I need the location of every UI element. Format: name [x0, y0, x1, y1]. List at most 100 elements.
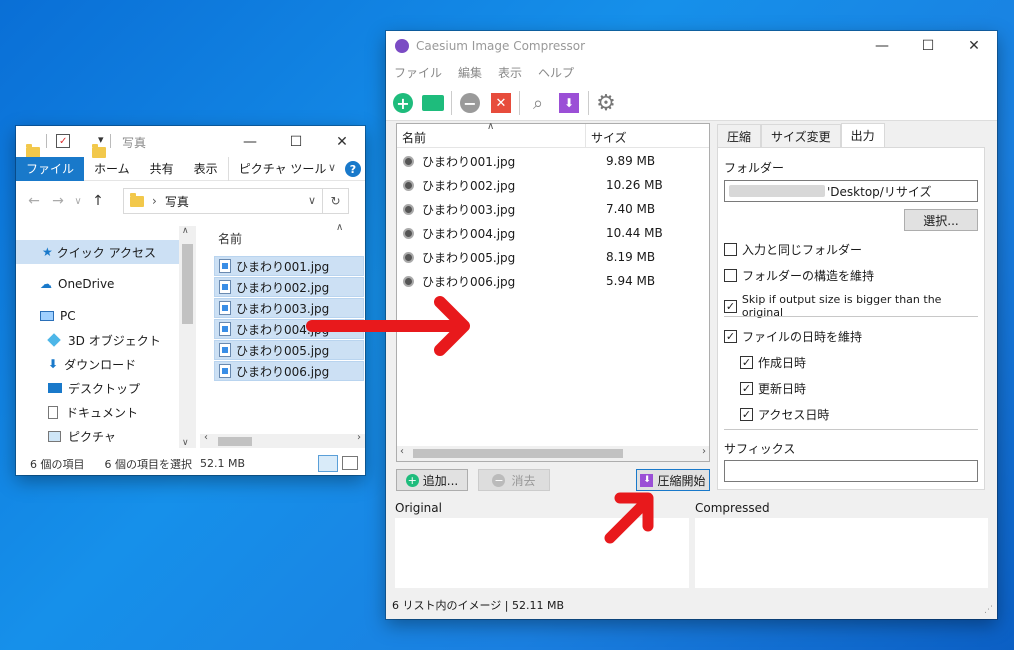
list-item[interactable]: ひまわり005.jpg 8.19 MB — [397, 245, 697, 269]
modified-date-checkbox[interactable]: ✓ 更新日時 — [740, 380, 806, 397]
add-button[interactable]: + 追加... — [396, 469, 468, 491]
horizontal-scrollbar-thumb[interactable] — [218, 437, 252, 446]
file-size: 7.40 MB — [606, 202, 656, 216]
help-icon[interactable]: ? — [345, 161, 361, 177]
file-size: 10.26 MB — [606, 178, 663, 192]
tab-share[interactable]: 共有 — [140, 157, 184, 181]
maximize-button[interactable]: ☐ — [905, 30, 951, 61]
file-item[interactable]: ひまわり006.jpg — [214, 361, 364, 381]
accessed-date-checkbox[interactable]: ✓ アクセス日時 — [740, 406, 829, 423]
column-header-size[interactable]: サイズ — [591, 129, 627, 146]
scroll-right-icon[interactable]: › — [702, 446, 706, 457]
checkmark-icon: ✓ — [740, 382, 753, 395]
refresh-icon[interactable]: ↻ — [323, 188, 349, 214]
picture-icon — [48, 430, 61, 442]
add-icon[interactable]: + — [391, 91, 415, 115]
created-date-checkbox[interactable]: ✓ 作成日時 — [740, 354, 806, 371]
list-item[interactable]: ひまわり003.jpg 7.40 MB — [397, 197, 697, 221]
list-item[interactable]: ひまわり004.jpg 10.44 MB — [397, 221, 697, 245]
scroll-left-icon[interactable]: ‹ — [400, 446, 404, 457]
scroll-left-icon[interactable]: ‹ — [204, 432, 208, 443]
up-arrow-icon[interactable]: ↑ — [86, 193, 110, 209]
menu-help[interactable]: ヘルプ — [530, 64, 582, 81]
nav-label: OneDrive — [58, 277, 115, 291]
resize-grip-icon[interactable]: ⋰ — [984, 605, 993, 615]
redacted-path — [729, 185, 825, 197]
suffix-label: サフィックス — [724, 442, 796, 456]
clear-list-icon[interactable]: ✕ — [489, 91, 513, 115]
toolbar: + − ✕ ⌕ ⬇ ⚙ — [386, 83, 997, 121]
compress-icon[interactable]: ⬇ — [557, 91, 581, 115]
file-name: ひまわり001.jpg — [422, 154, 516, 169]
horizontal-scrollbar[interactable]: ‹ › — [200, 432, 365, 448]
suffix-input[interactable] — [724, 460, 978, 482]
cube-icon — [47, 333, 61, 347]
properties-icon[interactable]: ✓ — [56, 134, 70, 148]
nav-item-pc[interactable]: PC — [16, 304, 76, 328]
scroll-up-icon[interactable]: ∧ — [182, 226, 189, 236]
tab-picture-tools[interactable]: ピクチャ ツール — [227, 156, 337, 181]
file-item[interactable]: ひまわり001.jpg — [214, 256, 364, 276]
search-icon[interactable]: ⌕ — [526, 91, 550, 115]
horizontal-scrollbar[interactable]: ‹ › — [397, 446, 709, 461]
tab-compression[interactable]: 圧縮 — [717, 124, 762, 147]
browse-button[interactable]: 選択... — [904, 209, 978, 231]
nav-item-pictures[interactable]: ピクチャ — [16, 424, 116, 448]
checkmark-icon: ✓ — [740, 356, 753, 369]
column-header-name[interactable]: 名前 — [218, 230, 242, 247]
nav-scrollbar-thumb[interactable] — [182, 244, 193, 324]
qat-dropdown-icon[interactable]: ▾ — [98, 133, 104, 146]
details-view-icon[interactable] — [318, 455, 338, 472]
tab-file[interactable]: ファイル — [16, 156, 85, 181]
close-button[interactable]: ✕ — [319, 126, 365, 157]
scroll-down-icon[interactable]: ∨ — [182, 438, 189, 448]
clear-button[interactable]: − 消去 — [478, 469, 550, 491]
tab-resize[interactable]: サイズ変更 — [761, 124, 841, 147]
gear-icon[interactable]: ⚙ — [594, 91, 618, 116]
nav-item-3d-objects[interactable]: 3D オブジェクト — [16, 328, 161, 352]
scroll-right-icon[interactable]: › — [357, 432, 361, 443]
nav-item-onedrive[interactable]: ☁ OneDrive — [16, 272, 114, 296]
nav-item-quick-access[interactable]: ★ クイック アクセス — [16, 240, 179, 264]
list-item[interactable]: ひまわり002.jpg 10.26 MB — [397, 173, 697, 197]
column-header-name[interactable]: 名前 — [402, 129, 426, 146]
ribbon-expand-icon[interactable]: ∨ — [328, 161, 336, 174]
tab-view[interactable]: 表示 — [184, 157, 228, 181]
output-folder-field[interactable]: 'Desktop/リサイズ — [724, 180, 978, 202]
list-item[interactable]: ひまわり001.jpg 9.89 MB — [397, 149, 697, 173]
same-folder-checkbox[interactable]: 入力と同じフォルダー — [724, 241, 862, 258]
arrow-up-right-annotation — [604, 492, 654, 544]
menu-edit[interactable]: 編集 — [450, 64, 490, 81]
address-dropdown-icon[interactable]: ∨ — [308, 194, 316, 207]
minimize-button[interactable]: — — [859, 30, 905, 61]
menu-file[interactable]: ファイル — [386, 64, 450, 81]
minimize-button[interactable]: — — [227, 126, 273, 157]
menu-view[interactable]: 表示 — [490, 64, 530, 81]
nav-label: ピクチャ — [68, 429, 116, 444]
nav-item-desktop[interactable]: デスクトップ — [16, 376, 140, 400]
open-folder-icon[interactable] — [421, 91, 445, 115]
image-file-icon — [219, 259, 231, 273]
tab-home[interactable]: ホーム — [84, 157, 140, 181]
breadcrumb-current[interactable]: 写真 — [165, 193, 189, 210]
keep-dates-checkbox[interactable]: ✓ ファイルの日時を維持 — [724, 328, 862, 345]
close-button[interactable]: ✕ — [951, 30, 997, 61]
checkbox-label: フォルダーの構造を維持 — [742, 269, 875, 283]
nav-item-documents[interactable]: ドキュメント — [16, 400, 138, 424]
maximize-button[interactable]: ☐ — [273, 126, 319, 157]
checkbox-label: 入力と同じフォルダー — [742, 243, 863, 257]
tab-output[interactable]: 出力 — [840, 123, 885, 147]
large-icons-view-icon[interactable] — [342, 456, 358, 470]
horizontal-scrollbar-thumb[interactable] — [413, 449, 623, 458]
forward-arrow-icon[interactable]: → — [46, 193, 70, 209]
address-bar[interactable]: › 写真 ∨ — [123, 188, 323, 214]
nav-label: クイック アクセス — [56, 245, 156, 260]
nav-item-downloads[interactable]: ⬇ ダウンロード — [16, 352, 136, 376]
recent-dropdown-icon[interactable]: ∨ — [70, 196, 86, 207]
explorer-titlebar: ✓ ▾ 写真 — ☐ ✕ — [16, 126, 365, 158]
nav-scrollbar[interactable]: ∧ ∨ — [179, 226, 196, 448]
back-arrow-icon[interactable]: ← — [22, 193, 46, 209]
status-dot-icon — [403, 251, 414, 263]
keep-structure-checkbox[interactable]: フォルダーの構造を維持 — [724, 267, 874, 284]
remove-icon[interactable]: − — [458, 91, 482, 115]
